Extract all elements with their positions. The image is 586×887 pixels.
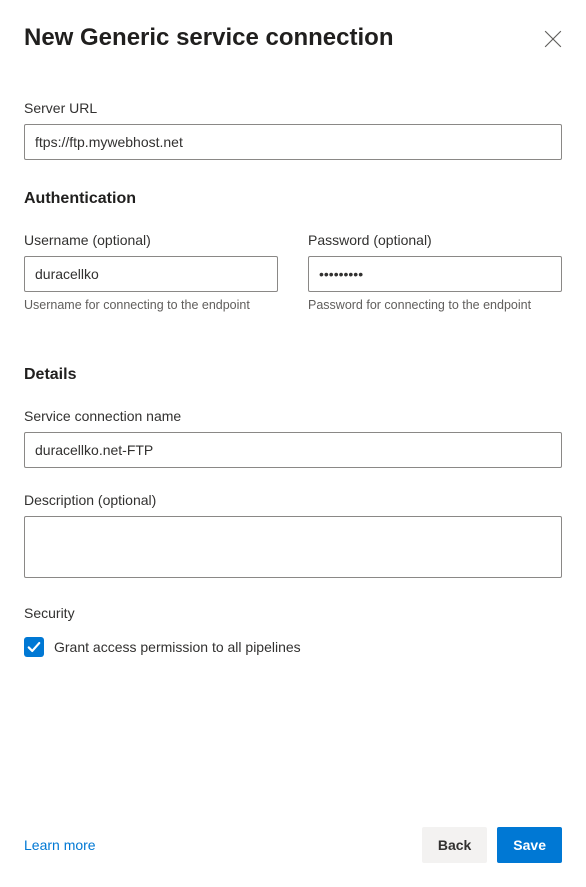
grant-access-label: Grant access permission to all pipelines <box>54 639 301 655</box>
description-input[interactable] <box>24 516 562 578</box>
security-label: Security <box>24 605 562 621</box>
username-helper: Username for connecting to the endpoint <box>24 298 278 312</box>
password-input[interactable] <box>308 256 562 292</box>
service-name-input[interactable] <box>24 432 562 468</box>
password-label: Password (optional) <box>308 232 562 248</box>
username-input[interactable] <box>24 256 278 292</box>
back-button[interactable]: Back <box>422 827 487 863</box>
authentication-heading: Authentication <box>24 190 562 208</box>
save-button[interactable]: Save <box>497 827 562 863</box>
page-title: New Generic service connection <box>24 24 393 52</box>
description-label: Description (optional) <box>24 492 562 508</box>
details-heading: Details <box>24 366 562 384</box>
learn-more-link[interactable]: Learn more <box>24 837 96 853</box>
password-helper: Password for connecting to the endpoint <box>308 298 562 312</box>
server-url-label: Server URL <box>24 100 562 116</box>
close-icon[interactable] <box>544 30 562 48</box>
username-label: Username (optional) <box>24 232 278 248</box>
server-url-input[interactable] <box>24 124 562 160</box>
grant-access-checkbox[interactable] <box>24 637 44 657</box>
service-name-label: Service connection name <box>24 408 562 424</box>
